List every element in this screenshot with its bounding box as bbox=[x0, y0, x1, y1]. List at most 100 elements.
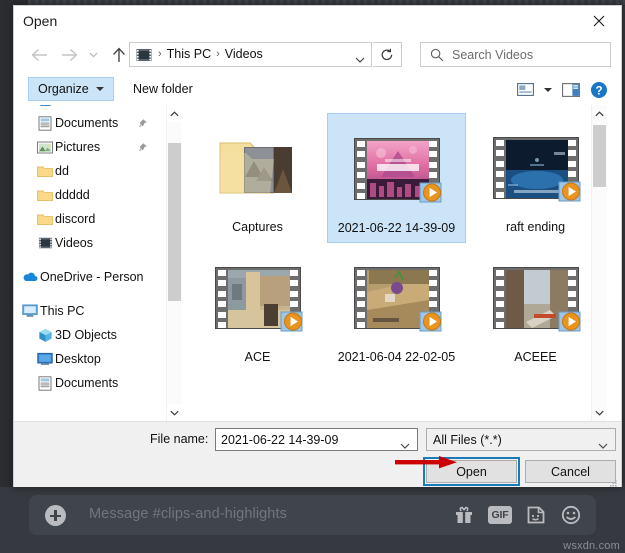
file-item-raft-ending[interactable]: raft ending bbox=[466, 113, 605, 243]
chevron-down-icon[interactable] bbox=[598, 437, 608, 455]
thumbnail bbox=[209, 247, 307, 349]
sidebar-item-onedrive[interactable]: OneDrive - Person bbox=[14, 265, 166, 289]
video-play-badge bbox=[280, 309, 306, 333]
file-name-label: raft ending bbox=[504, 219, 567, 241]
command-toolbar: Organize New folder bbox=[14, 74, 621, 106]
folder-icon bbox=[37, 211, 53, 227]
open-button[interactable]: Open bbox=[426, 460, 517, 483]
video-thumbnail bbox=[354, 138, 440, 200]
navigation-pane-scrollbar[interactable] bbox=[166, 105, 182, 421]
pin-icon[interactable] bbox=[138, 117, 150, 129]
sidebar-item-label: 3D Objects bbox=[55, 328, 117, 342]
view-caret-down-icon[interactable] bbox=[541, 78, 555, 101]
file-pane-scrollbar[interactable] bbox=[591, 105, 607, 421]
address-bar[interactable]: › This PC › Videos bbox=[129, 42, 372, 67]
sidebar-item-videos[interactable]: Videos bbox=[14, 231, 166, 255]
file-name-label: 2021-06-22 14-39-09 bbox=[336, 220, 457, 242]
sidebar-item-3d-objects[interactable]: 3D Objects bbox=[14, 323, 166, 347]
chevron-up-icon[interactable] bbox=[592, 105, 607, 122]
videos-folder-icon bbox=[136, 47, 152, 63]
view-options-icon[interactable] bbox=[513, 78, 537, 101]
navigation-pane: Downloads bbox=[14, 105, 166, 421]
sidebar-item-label: discord bbox=[55, 212, 95, 226]
file-item-2021-06-22[interactable]: 2021-06-22 14-39-09 bbox=[327, 113, 466, 243]
sidebar-item-label: Videos bbox=[55, 236, 93, 250]
preview-pane-icon[interactable] bbox=[559, 78, 583, 101]
chevron-down-icon[interactable] bbox=[167, 404, 182, 421]
scrollbar-thumb[interactable] bbox=[593, 125, 606, 187]
breadcrumb-item-videos[interactable]: Videos bbox=[222, 47, 266, 61]
svg-text:?: ? bbox=[595, 85, 602, 97]
sticker-icon[interactable] bbox=[525, 504, 547, 526]
new-folder-button[interactable]: New folder bbox=[124, 77, 202, 101]
film-perforations-left bbox=[357, 270, 365, 328]
emoji-icon[interactable] bbox=[560, 504, 582, 526]
file-type-dropdown[interactable]: All Files (*.*) bbox=[426, 428, 616, 451]
sidebar-item-label: Documents bbox=[55, 376, 118, 390]
dialog-body: Downloads bbox=[14, 105, 621, 421]
navigation-bar: › This PC › Videos bbox=[14, 37, 621, 74]
chevron-down-icon[interactable] bbox=[592, 404, 607, 421]
cancel-button[interactable]: Cancel bbox=[525, 460, 616, 483]
search-icon bbox=[430, 48, 444, 67]
thumbnail bbox=[348, 118, 446, 220]
chevron-up-icon[interactable] bbox=[167, 105, 182, 122]
dialog-title: Open bbox=[23, 13, 57, 29]
dialog-title-bar: Open bbox=[14, 6, 621, 37]
file-list-pane[interactable]: Captures bbox=[182, 105, 608, 421]
gif-icon[interactable]: GIF bbox=[488, 506, 512, 524]
file-item-aceee[interactable]: ACEEE bbox=[466, 243, 605, 371]
cancel-button-label: Cancel bbox=[551, 465, 590, 479]
recent-locations-button[interactable] bbox=[84, 42, 102, 68]
file-name-field-label: File name: bbox=[150, 432, 208, 446]
this-pc-icon bbox=[22, 303, 38, 319]
back-button[interactable] bbox=[26, 42, 52, 68]
chevron-down-icon[interactable] bbox=[400, 437, 410, 455]
sidebar-item-this-pc[interactable]: This PC bbox=[14, 299, 166, 323]
sidebar-item-ddddd[interactable]: ddddd bbox=[14, 183, 166, 207]
resize-grip[interactable] bbox=[608, 475, 618, 485]
file-name-value: 2021-06-22 14-39-09 bbox=[221, 433, 338, 447]
video-thumbnail bbox=[493, 137, 579, 199]
discord-message-bar[interactable]: Message #clips-and-highlights GIF bbox=[29, 495, 596, 535]
chevron-down-icon[interactable] bbox=[355, 51, 365, 69]
file-grid: Captures bbox=[188, 113, 608, 371]
sidebar-item-pictures[interactable]: Pictures bbox=[14, 135, 166, 159]
search-input[interactable]: Search Videos bbox=[420, 42, 611, 67]
pin-icon[interactable] bbox=[138, 141, 150, 153]
file-name-label: Captures bbox=[230, 219, 285, 241]
file-item-2021-06-04[interactable]: 2021-06-04 22-02-05 bbox=[327, 243, 466, 371]
video-play-badge bbox=[558, 309, 584, 333]
close-icon[interactable] bbox=[576, 6, 621, 36]
file-item-ace[interactable]: ACE bbox=[188, 243, 327, 371]
folder-icon bbox=[37, 163, 53, 179]
help-icon[interactable]: ? bbox=[587, 78, 611, 101]
thumbnail bbox=[487, 117, 585, 219]
film-perforations-left bbox=[218, 270, 226, 328]
thumbnail bbox=[348, 247, 446, 349]
sidebar-item-discord[interactable]: discord bbox=[14, 207, 166, 231]
documents-icon bbox=[37, 115, 53, 131]
open-file-dialog: Open bbox=[13, 5, 622, 487]
gift-icon[interactable] bbox=[453, 504, 475, 526]
onedrive-icon bbox=[22, 269, 38, 285]
organize-button[interactable]: Organize bbox=[28, 77, 114, 101]
file-item-captures[interactable]: Captures bbox=[188, 113, 327, 243]
sidebar-item-documents[interactable]: Documents bbox=[14, 111, 166, 135]
download-icon bbox=[37, 105, 53, 107]
sidebar-item-dd[interactable]: dd bbox=[14, 159, 166, 183]
new-folder-label: New folder bbox=[133, 82, 193, 96]
file-name-input[interactable]: 2021-06-22 14-39-09 bbox=[215, 428, 418, 451]
sidebar-item-desktop[interactable]: Desktop bbox=[14, 347, 166, 371]
breadcrumb-item-this-pc[interactable]: This PC bbox=[164, 47, 214, 61]
discord-input-icons: GIF bbox=[453, 504, 582, 526]
thumbnail bbox=[209, 117, 307, 219]
forward-button[interactable] bbox=[56, 42, 82, 68]
scrollbar-thumb[interactable] bbox=[168, 143, 181, 301]
plus-icon[interactable] bbox=[45, 505, 66, 526]
message-input-placeholder[interactable]: Message #clips-and-highlights bbox=[89, 506, 287, 522]
open-button-label: Open bbox=[456, 465, 487, 479]
video-thumbnail bbox=[215, 267, 301, 329]
sidebar-item-documents-pc[interactable]: Documents bbox=[14, 371, 166, 395]
refresh-button[interactable] bbox=[373, 42, 402, 67]
